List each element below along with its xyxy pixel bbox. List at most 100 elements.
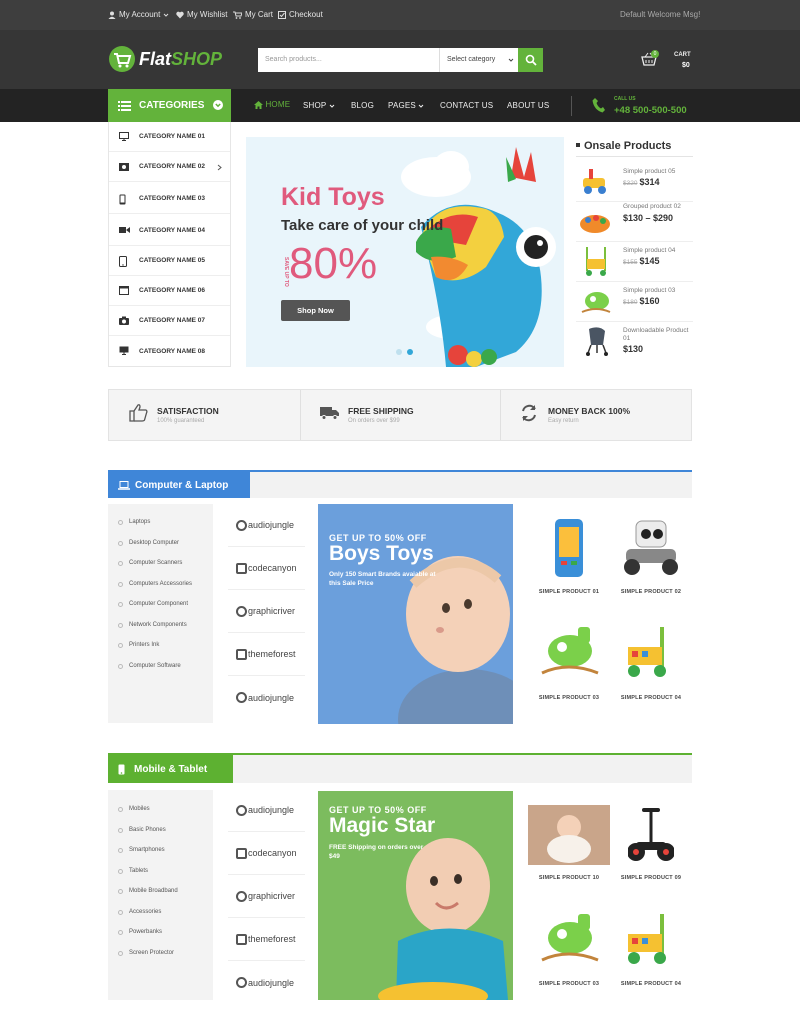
old-price: $320: [623, 180, 638, 187]
my-wishlist-link[interactable]: My Wishlist: [176, 10, 227, 19]
product-card[interactable]: SIMPLE PRODUCT 09: [610, 798, 692, 904]
category-item-06[interactable]: CATEGORY NAME 06: [109, 276, 230, 306]
section-title: Mobile & Tablet: [134, 763, 208, 775]
brand-logo[interactable]: audiojungle: [228, 789, 305, 832]
brand-logo[interactable]: audiojungle: [228, 676, 305, 719]
logo-text-shop: SHOP: [171, 48, 223, 69]
promo-text: Only 150 Smart Brands avaiable at this S…: [329, 571, 436, 587]
subcategory-item[interactable]: Computer Software: [118, 663, 181, 669]
feature-title: FREE SHIPPING: [348, 406, 414, 416]
product-card[interactable]: SIMPLE PRODUCT 03: [528, 905, 610, 1011]
section-tab-mobile[interactable]: Mobile & Tablet: [108, 755, 233, 783]
subcategory-item[interactable]: Tablets: [118, 868, 148, 874]
my-cart-link[interactable]: My Cart: [233, 10, 273, 19]
brand-logo[interactable]: codecanyon: [228, 547, 305, 590]
subcategory-item[interactable]: Network Components: [118, 622, 187, 628]
category-item-07[interactable]: CATEGORY NAME 07: [109, 306, 230, 336]
category-select[interactable]: Select category: [439, 48, 518, 72]
category-item-03[interactable]: CATEGORY NAME 03: [109, 184, 230, 214]
brand-logo[interactable]: graphicriver: [228, 590, 305, 633]
brand-logo[interactable]: themeforest: [228, 633, 305, 676]
bullet-icon: [118, 806, 123, 812]
categories-toggle[interactable]: CATEGORIES: [108, 89, 231, 122]
subcategory-list: Mobiles Basic Phones Smartphones Tablets…: [108, 790, 213, 1000]
search-input[interactable]: Search products...: [258, 48, 439, 72]
subcategory-label: Computers Accessories: [129, 581, 193, 587]
my-account-link[interactable]: My Account: [108, 10, 169, 19]
old-price: $180: [623, 299, 638, 306]
subcategory-item[interactable]: Screen Protector: [118, 950, 174, 956]
subcategory-item[interactable]: Powerbanks: [118, 929, 162, 935]
category-item-02[interactable]: CATEGORY NAME 02: [109, 152, 230, 182]
product-image: [628, 808, 674, 861]
brand-name: audiojungle: [248, 520, 295, 530]
onsale-item[interactable]: Simple product 05 $320 $314: [576, 162, 693, 202]
subcategory-item[interactable]: Computer Component: [118, 601, 188, 607]
subcategory-label: Printers Ink: [129, 642, 160, 648]
subcategory-item[interactable]: Computer Scanners: [118, 560, 182, 566]
category-item-05[interactable]: CATEGORY NAME 05: [109, 246, 230, 276]
categories-label: CATEGORIES: [139, 100, 205, 111]
onsale-item-name: Grouped product 02: [623, 203, 681, 210]
shop-now-button[interactable]: Shop Now: [281, 300, 350, 321]
product-card[interactable]: SIMPLE PRODUCT 10: [528, 798, 610, 904]
logo[interactable]: Flat SHOP: [108, 45, 222, 73]
nav-shop[interactable]: SHOP: [303, 101, 335, 110]
product-card[interactable]: SIMPLE PRODUCT 04: [610, 905, 692, 1011]
onsale-item-name: Downloadable Product 01: [623, 327, 689, 342]
nav-home[interactable]: HOME: [254, 100, 290, 109]
brand-logo[interactable]: codecanyon: [228, 832, 305, 875]
subcategory-item[interactable]: Mobile Broadband: [118, 888, 178, 894]
subcategory-item[interactable]: Laptops: [118, 519, 150, 525]
subcategory-item[interactable]: Basic Phones: [118, 827, 166, 833]
subcategory-item[interactable]: Printers Ink: [118, 642, 159, 648]
subcategory-item[interactable]: Accessories: [118, 909, 161, 915]
nav-contact-us[interactable]: CONTACT US: [440, 101, 493, 110]
product-card[interactable]: SIMPLE PRODUCT 04: [610, 618, 692, 724]
category-label: CATEGORY NAME 06: [139, 287, 205, 294]
current-price: $314: [639, 177, 660, 187]
nav-blog[interactable]: BLOG: [351, 101, 374, 110]
hero-slider[interactable]: Kid Toys Take care of your child SAVE UP…: [246, 137, 564, 367]
checkout-link[interactable]: Checkout: [278, 10, 323, 19]
brand-icon: [236, 933, 247, 945]
subcategory-label: Desktop Computer: [129, 540, 180, 546]
onsale-item[interactable]: Downloadable Product 01 $130: [576, 322, 693, 362]
product-image: [528, 805, 610, 865]
section-tab-computer[interactable]: Computer & Laptop: [108, 472, 250, 498]
product-card[interactable]: SIMPLE PRODUCT 01: [528, 512, 610, 618]
checkbox-icon: [278, 10, 286, 19]
category-select-label: Select category: [447, 56, 496, 63]
subcategory-item[interactable]: Mobiles: [118, 806, 150, 812]
header-cart-button[interactable]: 0: [641, 50, 659, 68]
product-card[interactable]: SIMPLE PRODUCT 03: [528, 618, 610, 724]
onsale-title: Onsale Products: [584, 140, 672, 152]
category-item-01[interactable]: CATEGORY NAME 01: [109, 122, 230, 152]
product-card[interactable]: SIMPLE PRODUCT 02: [610, 512, 692, 618]
current-price: $160: [639, 296, 660, 306]
brand-logo[interactable]: graphicriver: [228, 875, 305, 918]
section-header-mobile: Mobile & Tablet: [108, 755, 692, 783]
phone-number[interactable]: +48 500-500-500: [614, 105, 687, 116]
subcategory-item[interactable]: Desktop Computer: [118, 540, 179, 546]
my-wishlist-label: My Wishlist: [187, 10, 228, 19]
category-item-08[interactable]: CATEGORY NAME 08: [109, 336, 230, 366]
category-item-04[interactable]: CATEGORY NAME 04: [109, 216, 230, 246]
subcategory-item[interactable]: Computers Accessories: [118, 581, 192, 587]
nav-pages[interactable]: PAGES: [388, 101, 424, 110]
chevron-down-icon: [508, 58, 514, 62]
onsale-item[interactable]: Grouped product 02 $130 – $290: [576, 202, 693, 242]
search-button[interactable]: [518, 48, 543, 72]
promo-banner-boys-toys[interactable]: GET UP TO 50% OFF Boys Toys Only 150 Sma…: [318, 504, 513, 724]
brand-logo[interactable]: audiojungle: [228, 504, 305, 547]
onsale-item[interactable]: Simple product 03 $180 $160: [576, 282, 693, 322]
brand-name: audiojungle: [248, 805, 295, 815]
brand-logo[interactable]: themeforest: [228, 918, 305, 961]
subcategory-item[interactable]: Smartphones: [118, 847, 165, 853]
onsale-item[interactable]: Simple product 04 $155 $145: [576, 242, 693, 282]
refresh-icon: [522, 404, 536, 422]
nav-about-us[interactable]: ABOUT US: [507, 101, 549, 110]
brand-name: audiojungle: [248, 977, 295, 988]
promo-banner-magic-star[interactable]: GET UP TO 50% OFF Magic Star FREE Shippi…: [318, 791, 513, 1000]
brand-logo[interactable]: audiojungle: [228, 961, 305, 1004]
